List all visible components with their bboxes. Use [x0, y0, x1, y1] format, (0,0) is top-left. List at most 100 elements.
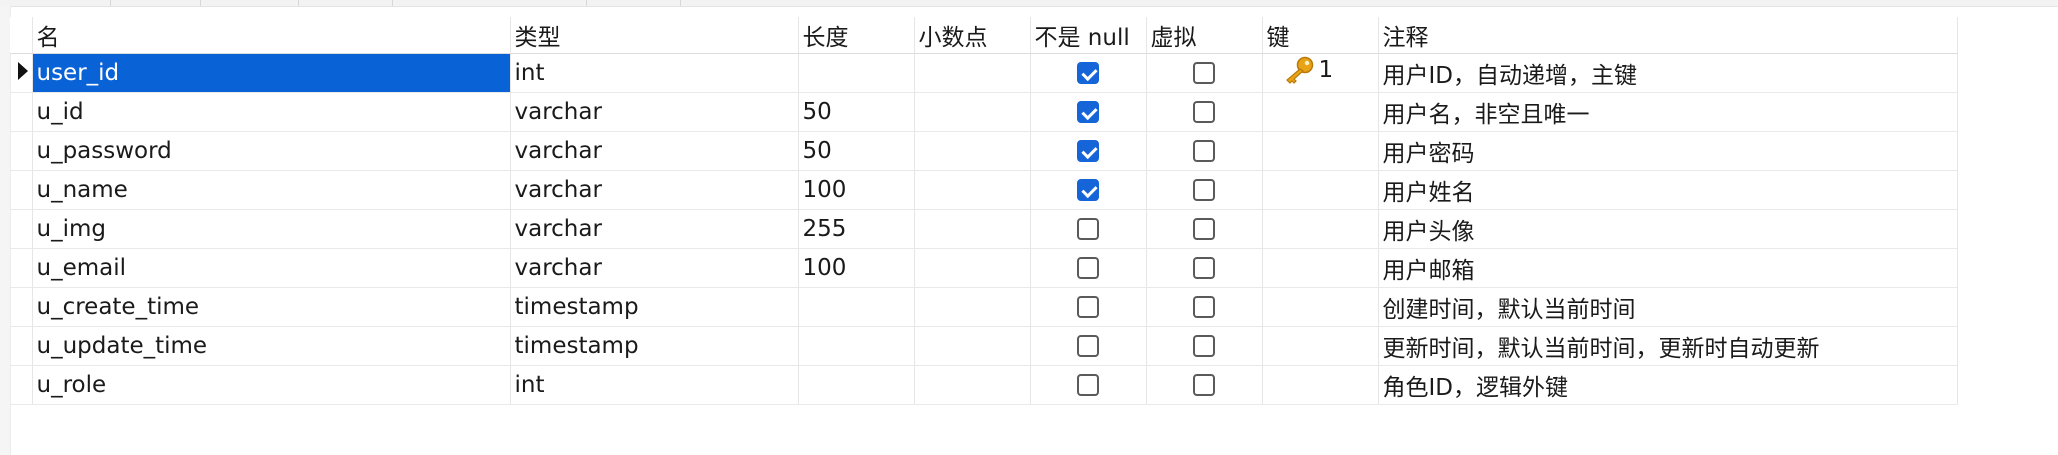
field-name: u_update_time: [36, 333, 208, 359]
field-comment-cell[interactable]: 创建时间，默认当前时间: [1378, 287, 1958, 327]
table-row[interactable]: u_update_time timestamp 更新时间，默认当前时间，更新时自动更…: [10, 326, 1958, 366]
field-name-cell[interactable]: u_email: [32, 248, 511, 288]
not-null-checkbox[interactable]: [1077, 62, 1099, 84]
field-length-cell[interactable]: [798, 53, 915, 93]
virtual-checkbox[interactable]: [1193, 140, 1215, 162]
field-comment-cell[interactable]: 用户ID，自动递增，主键: [1378, 53, 1958, 93]
field-type-cell[interactable]: int: [510, 365, 799, 405]
field-type-cell[interactable]: varchar: [510, 170, 799, 210]
header-not-null[interactable]: 不是 null: [1030, 17, 1147, 54]
field-name-cell[interactable]: user_id: [32, 53, 511, 93]
row-indicator-cell[interactable]: [10, 170, 33, 210]
field-decimals-cell[interactable]: [914, 170, 1031, 210]
field-decimals-cell[interactable]: [914, 287, 1031, 327]
virtual-checkbox[interactable]: [1193, 257, 1215, 279]
field-type-cell[interactable]: varchar: [510, 92, 799, 132]
virtual-checkbox[interactable]: [1193, 374, 1215, 396]
header-length[interactable]: 长度: [798, 17, 915, 54]
row-indicator-cell[interactable]: [10, 365, 33, 405]
header-key[interactable]: 键: [1262, 17, 1379, 54]
row-indicator-cell[interactable]: [10, 248, 33, 288]
field-decimals-cell[interactable]: [914, 248, 1031, 288]
header-comment[interactable]: 注释: [1378, 17, 1958, 54]
key-cell[interactable]: [1262, 365, 1379, 405]
field-type-cell[interactable]: varchar: [510, 248, 799, 288]
field-comment-cell[interactable]: 用户密码: [1378, 131, 1958, 171]
field-name-cell[interactable]: u_img: [32, 209, 511, 249]
row-indicator-cell[interactable]: [10, 53, 33, 93]
row-indicator-cell[interactable]: [10, 131, 33, 171]
field-name-cell[interactable]: u_create_time: [32, 287, 511, 327]
key-cell[interactable]: [1262, 287, 1379, 327]
field-comment-cell[interactable]: 用户姓名: [1378, 170, 1958, 210]
virtual-checkbox[interactable]: [1193, 335, 1215, 357]
table-row[interactable]: u_password varchar 50 用户密码: [10, 131, 1958, 171]
field-length-cell[interactable]: 100: [798, 248, 915, 288]
table-row[interactable]: u_id varchar 50 用户名，非空且唯一: [10, 92, 1958, 132]
not-null-checkbox[interactable]: [1077, 101, 1099, 123]
field-type-cell[interactable]: timestamp: [510, 287, 799, 327]
not-null-checkbox[interactable]: [1077, 218, 1099, 240]
field-name-cell[interactable]: u_role: [32, 365, 511, 405]
header-decimals[interactable]: 小数点: [914, 17, 1031, 54]
key-cell[interactable]: [1262, 92, 1379, 132]
field-decimals-cell[interactable]: [914, 326, 1031, 366]
field-comment-cell[interactable]: 角色ID，逻辑外键: [1378, 365, 1958, 405]
key-cell[interactable]: [1262, 131, 1379, 171]
field-length-cell[interactable]: 255: [798, 209, 915, 249]
table-row[interactable]: u_img varchar 255 用户头像: [10, 209, 1958, 249]
virtual-checkbox[interactable]: [1193, 179, 1215, 201]
field-name-cell[interactable]: u_id: [32, 92, 511, 132]
field-type-cell[interactable]: varchar: [510, 209, 799, 249]
virtual-checkbox[interactable]: [1193, 296, 1215, 318]
key-cell[interactable]: [1262, 248, 1379, 288]
virtual-checkbox[interactable]: [1193, 218, 1215, 240]
row-indicator-cell[interactable]: [10, 209, 33, 249]
field-type-cell[interactable]: int: [510, 53, 799, 93]
field-comment-cell[interactable]: 用户邮箱: [1378, 248, 1958, 288]
field-comment-cell[interactable]: 更新时间，默认当前时间，更新时自动更新: [1378, 326, 1958, 366]
field-decimals-cell[interactable]: [914, 131, 1031, 171]
field-length-cell[interactable]: [798, 326, 915, 366]
field-name-cell[interactable]: u_name: [32, 170, 511, 210]
header-type[interactable]: 类型: [510, 17, 799, 54]
not-null-checkbox[interactable]: [1077, 140, 1099, 162]
not-null-checkbox[interactable]: [1077, 335, 1099, 357]
table-row[interactable]: u_email varchar 100 用户邮箱: [10, 248, 1958, 288]
header-virtual[interactable]: 虚拟: [1146, 17, 1263, 54]
field-type-cell[interactable]: varchar: [510, 131, 799, 171]
field-length-cell[interactable]: [798, 287, 915, 327]
field-name-cell[interactable]: u_password: [32, 131, 511, 171]
field-name-cell[interactable]: u_update_time: [32, 326, 511, 366]
row-indicator-cell[interactable]: [10, 326, 33, 366]
field-decimals-cell[interactable]: [914, 365, 1031, 405]
field-decimals-cell[interactable]: [914, 92, 1031, 132]
table-row[interactable]: u_create_time timestamp 创建时间，默认当前时间: [10, 287, 1958, 327]
table-row[interactable]: u_role int 角色ID，逻辑外键: [10, 365, 1958, 405]
row-indicator-cell[interactable]: [10, 92, 33, 132]
field-type-cell[interactable]: timestamp: [510, 326, 799, 366]
field-name: u_email: [36, 255, 127, 281]
not-null-checkbox[interactable]: [1077, 296, 1099, 318]
field-length-cell[interactable]: 50: [798, 92, 915, 132]
key-cell[interactable]: [1262, 170, 1379, 210]
row-indicator-cell[interactable]: [10, 287, 33, 327]
header-name[interactable]: 名: [32, 17, 511, 54]
key-cell[interactable]: [1262, 209, 1379, 249]
field-comment-cell[interactable]: 用户名，非空且唯一: [1378, 92, 1958, 132]
not-null-checkbox[interactable]: [1077, 374, 1099, 396]
field-length-cell[interactable]: 50: [798, 131, 915, 171]
field-decimals-cell[interactable]: [914, 53, 1031, 93]
key-cell[interactable]: [1262, 326, 1379, 366]
table-row[interactable]: u_name varchar 100 用户姓名: [10, 170, 1958, 210]
virtual-checkbox[interactable]: [1193, 62, 1215, 84]
virtual-checkbox[interactable]: [1193, 101, 1215, 123]
field-comment-cell[interactable]: 用户头像: [1378, 209, 1958, 249]
not-null-checkbox[interactable]: [1077, 179, 1099, 201]
field-length-cell[interactable]: [798, 365, 915, 405]
field-decimals-cell[interactable]: [914, 209, 1031, 249]
key-cell[interactable]: 1: [1262, 53, 1379, 93]
not-null-checkbox[interactable]: [1077, 257, 1099, 279]
field-length-cell[interactable]: 100: [798, 170, 915, 210]
table-row[interactable]: user_id int 1 用户ID，自动递增，主键: [10, 53, 1958, 93]
